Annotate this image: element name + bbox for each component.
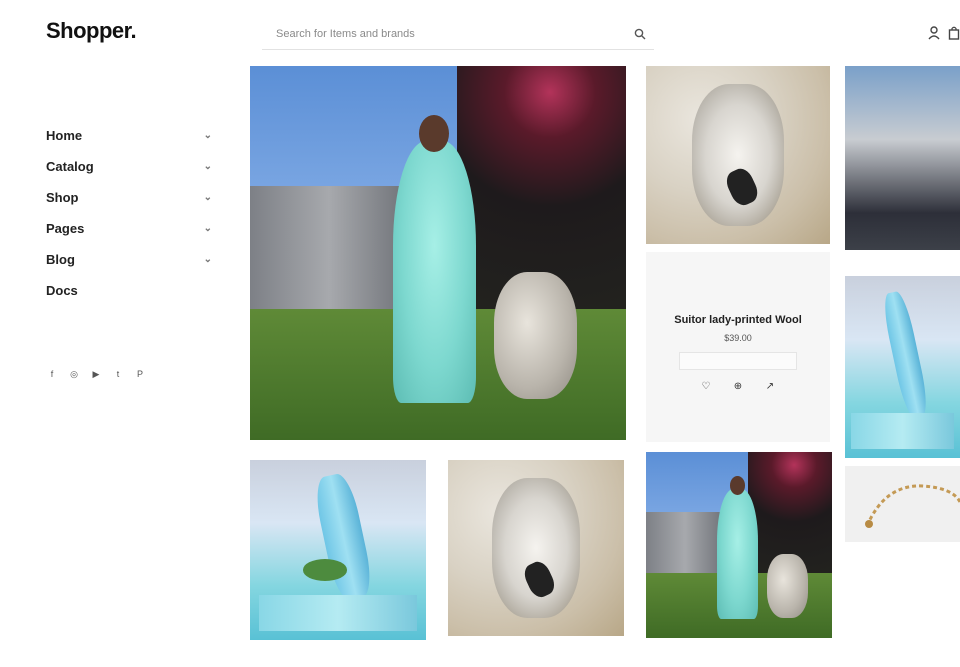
share-icon[interactable]: ↗ xyxy=(763,379,777,393)
image-fur xyxy=(692,83,784,227)
image-fur xyxy=(492,477,580,619)
search-bar[interactable] xyxy=(262,18,654,50)
chevron-down-icon: ⌄ xyxy=(203,192,212,203)
user-icon[interactable] xyxy=(928,26,940,40)
image-model xyxy=(392,140,476,403)
search-input[interactable] xyxy=(262,27,626,40)
lookbook-image-model-small[interactable] xyxy=(646,452,832,638)
image-model xyxy=(716,489,758,620)
nav-item-label: Pages xyxy=(46,221,85,236)
youtube-icon[interactable]: ▶ xyxy=(90,368,102,380)
product-options[interactable] xyxy=(679,352,797,370)
product-price: $39.00 xyxy=(724,333,752,343)
image-model-head xyxy=(419,114,450,152)
instagram-icon[interactable]: ◎ xyxy=(68,368,80,380)
image-dog xyxy=(494,271,578,399)
lookbook-image-pool-right[interactable] xyxy=(845,276,960,458)
image-leg xyxy=(880,289,932,420)
product-actions: ♡ ⊕ ↗ xyxy=(646,379,830,393)
nav-item-pages[interactable]: Pages ⌄ xyxy=(46,213,218,244)
nav-item-shop[interactable]: Shop ⌄ xyxy=(46,182,218,213)
header-icons xyxy=(928,26,960,40)
nav-item-docs[interactable]: Docs xyxy=(46,275,218,306)
nav-item-home[interactable]: Home ⌄ xyxy=(46,120,218,151)
lookbook-image-pool[interactable] xyxy=(250,460,426,640)
nav-item-blog[interactable]: Blog ⌄ xyxy=(46,244,218,275)
wishlist-icon[interactable]: ♡ xyxy=(699,379,713,393)
image-towel xyxy=(258,595,418,631)
facebook-icon[interactable]: f xyxy=(46,368,58,380)
image-model-head xyxy=(729,476,745,495)
nav-item-label: Home xyxy=(46,128,83,143)
chevron-down-icon: ⌄ xyxy=(203,254,212,265)
sidebar-nav: Home ⌄ Catalog ⌄ Shop ⌄ Pages ⌄ Blog ⌄ Docs xyxy=(46,120,218,306)
lookbook-image-fur-2[interactable] xyxy=(448,460,624,636)
social-links: f ◎ ▶ t P xyxy=(46,368,146,380)
product-name[interactable]: Suitor lady-printed Wool xyxy=(646,314,830,326)
lookbook-image-street[interactable] xyxy=(845,66,960,250)
chevron-down-icon: ⌄ xyxy=(203,130,212,141)
cart-icon[interactable] xyxy=(948,26,960,40)
nav-item-label: Shop xyxy=(46,190,79,205)
pinterest-icon[interactable]: P xyxy=(134,368,146,380)
image-wall xyxy=(250,185,408,328)
bracelet-illustration xyxy=(865,484,960,528)
twitter-icon[interactable]: t xyxy=(112,368,124,380)
image-towel xyxy=(850,412,955,449)
lookbook-image-large[interactable] xyxy=(250,66,626,440)
nav-item-label: Catalog xyxy=(46,159,94,174)
chevron-down-icon: ⌄ xyxy=(203,161,212,172)
chevron-down-icon: ⌄ xyxy=(203,223,212,234)
logo[interactable]: Shopper. xyxy=(46,18,137,44)
image-plant xyxy=(302,559,347,581)
nav-item-label: Blog xyxy=(46,252,75,267)
nav-item-catalog[interactable]: Catalog ⌄ xyxy=(46,151,218,182)
image-leg xyxy=(311,471,376,604)
image-wall xyxy=(646,511,725,583)
quick-view-icon[interactable]: ⊕ xyxy=(731,379,745,393)
product-card[interactable]: Suitor lady-printed Wool $39.00 ♡ ⊕ ↗ xyxy=(646,252,830,442)
lookbook-image-fur[interactable] xyxy=(646,66,830,244)
search-icon[interactable] xyxy=(626,28,654,40)
nav-item-label: Docs xyxy=(46,283,78,298)
image-dog xyxy=(766,554,808,618)
lookbook-image-bracelet[interactable] xyxy=(845,466,960,542)
